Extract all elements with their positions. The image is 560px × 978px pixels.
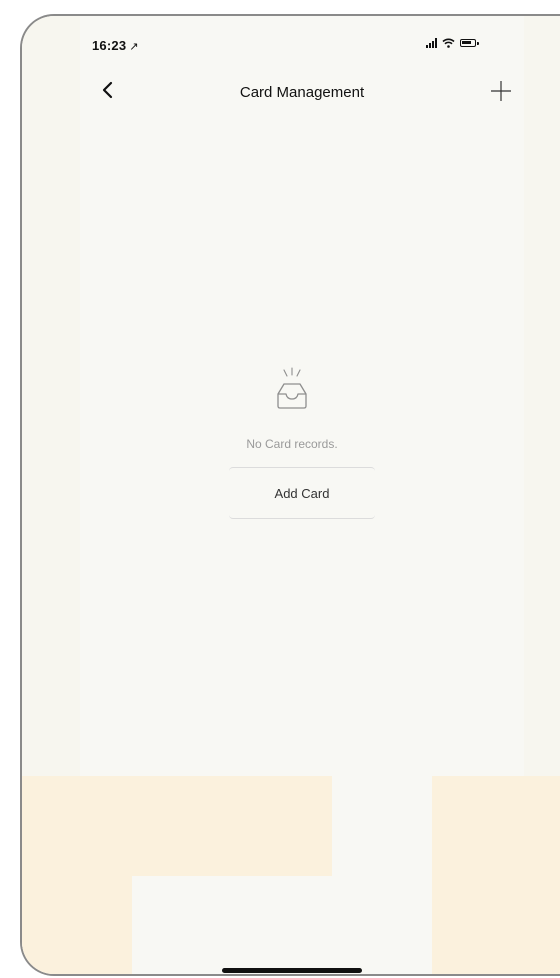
status-time-text: 16:23 — [92, 38, 127, 53]
page-title: Card Management — [239, 84, 365, 101]
signal-icon — [426, 38, 437, 48]
add-card-button-label: Add Card — [274, 485, 330, 501]
phone-frame: 16:23 ↗ Card Management No Card records.… — [20, 14, 560, 976]
empty-message: No Card records. — [246, 437, 338, 451]
status-icons — [426, 38, 479, 48]
add-card-button[interactable]: Add Card — [229, 467, 375, 519]
location-arrow-icon: ↗ — [129, 41, 139, 53]
empty-inbox-icon — [277, 367, 307, 409]
status-time: 16:23 ↗ — [92, 38, 139, 53]
add-plus-icon[interactable] — [488, 78, 514, 104]
battery-icon — [460, 39, 479, 47]
back-chevron-icon[interactable] — [96, 78, 120, 102]
app-screenshot: 16:23 ↗ Card Management No Card records.… — [0, 0, 560, 978]
watermark-block — [432, 776, 560, 974]
wifi-icon — [442, 38, 455, 48]
home-indicator[interactable] — [222, 968, 362, 973]
watermark-block — [22, 776, 132, 974]
